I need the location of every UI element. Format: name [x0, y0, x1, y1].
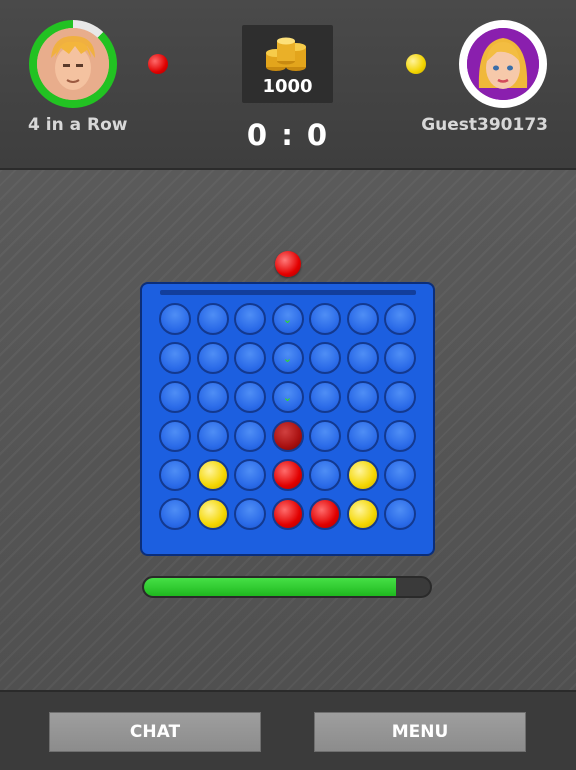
game-header: 4 in a Row 1000 0 : 0 Guest390173: [0, 0, 576, 170]
board-slot[interactable]: [234, 381, 266, 413]
landing-preview-disc[interactable]: [271, 420, 304, 452]
drop-piece-red[interactable]: [275, 251, 301, 277]
yellow-disc[interactable]: [346, 498, 379, 530]
player-avatar-left[interactable]: [29, 20, 117, 108]
board-slot[interactable]: [234, 459, 266, 491]
board-slot[interactable]: [196, 303, 229, 335]
board-slot[interactable]: [346, 342, 379, 374]
chat-button[interactable]: CHAT: [49, 712, 261, 752]
board-slot[interactable]: [384, 420, 416, 452]
avatar-boy-icon: [37, 28, 109, 100]
board-slot[interactable]: ⌄: [271, 381, 304, 413]
board-slot[interactable]: [346, 420, 379, 452]
board-slot[interactable]: [384, 459, 416, 491]
board-slot[interactable]: [309, 303, 341, 335]
avatar-girl-icon: [467, 28, 539, 100]
board-slot[interactable]: [159, 381, 191, 413]
game-board[interactable]: ⌄ ⌄ ⌄: [140, 282, 435, 556]
board-slot[interactable]: [196, 420, 229, 452]
board-slot[interactable]: ⌄: [271, 303, 304, 335]
yellow-piece-indicator: [406, 54, 426, 74]
footer-bar: CHAT MENU: [0, 690, 576, 770]
red-disc[interactable]: [271, 498, 304, 530]
board-slot[interactable]: ⌄: [271, 342, 304, 374]
board-slot[interactable]: [384, 342, 416, 374]
drop-hint-arrow-icon: ⌄: [282, 312, 293, 326]
board-slot[interactable]: [234, 420, 266, 452]
board-slot[interactable]: [309, 459, 341, 491]
menu-button[interactable]: MENU: [314, 712, 526, 752]
coin-balance: 1000: [242, 25, 333, 103]
drop-hint-arrow-icon: ⌄: [282, 390, 293, 404]
board-slot[interactable]: [234, 342, 266, 374]
yellow-disc[interactable]: [346, 459, 379, 491]
board-slot[interactable]: [309, 420, 341, 452]
board-slot[interactable]: [384, 303, 416, 335]
board-slot[interactable]: [309, 381, 341, 413]
board-slot[interactable]: [234, 303, 266, 335]
board-slot[interactable]: [159, 303, 191, 335]
coin-stack-icon: [266, 37, 306, 71]
red-piece-indicator: [148, 54, 168, 74]
board-slot[interactable]: [159, 459, 191, 491]
match-score: 0 : 0: [246, 118, 330, 152]
red-disc[interactable]: [271, 459, 304, 491]
board-slot[interactable]: [159, 420, 191, 452]
board-slot[interactable]: [159, 342, 191, 374]
board-slot[interactable]: [234, 498, 266, 530]
red-disc[interactable]: [309, 498, 341, 530]
board-top-rail: [160, 290, 416, 295]
board-slot[interactable]: [346, 303, 379, 335]
drop-hint-arrow-icon: ⌄: [282, 351, 293, 365]
yellow-disc[interactable]: [196, 459, 229, 491]
turn-timer-bar: [142, 576, 432, 598]
turn-timer-fill: [144, 578, 396, 596]
board-slot[interactable]: [346, 381, 379, 413]
board-slot[interactable]: [384, 381, 416, 413]
coin-amount: 1000: [262, 76, 313, 97]
board-slot[interactable]: [384, 498, 416, 530]
player-name-left: 4 in a Row: [28, 115, 128, 135]
yellow-disc[interactable]: [196, 498, 229, 530]
player-name-right: Guest390173: [421, 115, 548, 135]
board-slot[interactable]: [196, 381, 229, 413]
player-avatar-right[interactable]: [459, 20, 547, 108]
board-slot[interactable]: [309, 342, 341, 374]
board-slot[interactable]: [159, 498, 191, 530]
board-slot[interactable]: [196, 342, 229, 374]
